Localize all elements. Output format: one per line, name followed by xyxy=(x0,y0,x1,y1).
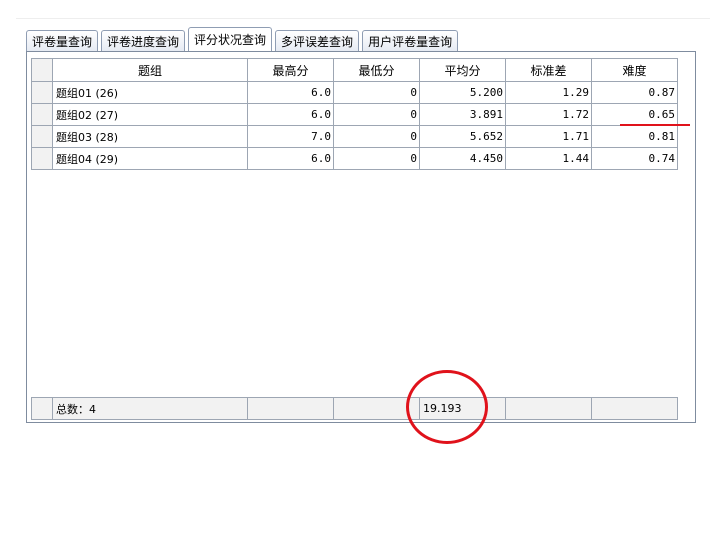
row-header[interactable] xyxy=(31,147,53,170)
top-divider xyxy=(16,18,710,19)
table-cell-avg[interactable]: 3.891 xyxy=(419,103,506,126)
table-cell-group[interactable]: 题组01 (26) xyxy=(52,81,248,104)
column-header-max-score[interactable]: 最高分 xyxy=(247,58,334,82)
table-cell-min[interactable]: 0 xyxy=(333,103,420,126)
table-cell-min[interactable]: 0 xyxy=(333,125,420,148)
tab-grading-volume[interactable]: 评卷量查询 xyxy=(26,30,99,51)
table-cell-max[interactable]: 6.0 xyxy=(247,103,334,126)
table-cell-std[interactable]: 1.72 xyxy=(505,103,592,126)
column-header-avg-score[interactable]: 平均分 xyxy=(419,58,506,82)
column-header-std-dev[interactable]: 标准差 xyxy=(505,58,592,82)
table-cell-max[interactable]: 6.0 xyxy=(247,81,334,104)
table-cell-max[interactable]: 6.0 xyxy=(247,147,334,170)
table-cell-std[interactable]: 1.29 xyxy=(505,81,592,104)
red-underline-annotation xyxy=(620,124,690,126)
table-cell-avg[interactable]: 4.450 xyxy=(419,147,506,170)
table-cell-std[interactable]: 1.71 xyxy=(505,125,592,148)
footer-total-count: 总数：4 xyxy=(52,397,248,420)
tab-bar: 评卷量查询 评卷进度查询 评分状况查询 多评误差查询 用户评卷量查询 xyxy=(26,27,461,51)
table-cell-max[interactable]: 7.0 xyxy=(247,125,334,148)
table-cell-min[interactable]: 0 xyxy=(333,81,420,104)
table-cell-difficulty[interactable]: 0.87 xyxy=(591,81,678,104)
footer-row-header xyxy=(31,397,53,420)
table-cell-min[interactable]: 0 xyxy=(333,147,420,170)
red-circle-annotation xyxy=(406,370,488,444)
score-status-grid: 题组 最高分 最低分 平均分 标准差 难度 题组01 (26) 6.0 0 5.… xyxy=(26,51,696,423)
tab-score-status[interactable]: 评分状况查询 xyxy=(188,27,273,51)
footer-std xyxy=(505,397,592,420)
table-cell-difficulty[interactable]: 0.65 xyxy=(591,103,678,126)
row-header[interactable] xyxy=(31,125,53,148)
column-header-group[interactable]: 题组 xyxy=(52,58,248,82)
footer-difficulty xyxy=(591,397,678,420)
table-cell-avg[interactable]: 5.652 xyxy=(419,125,506,148)
row-header-corner xyxy=(31,58,53,82)
table-cell-avg[interactable]: 5.200 xyxy=(419,81,506,104)
tab-multi-grading-error[interactable]: 多评误差查询 xyxy=(275,30,360,51)
table-cell-difficulty[interactable]: 0.81 xyxy=(591,125,678,148)
table-cell-group[interactable]: 题组02 (27) xyxy=(52,103,248,126)
table-cell-std[interactable]: 1.44 xyxy=(505,147,592,170)
column-header-difficulty[interactable]: 难度 xyxy=(591,58,678,82)
column-header-min-score[interactable]: 最低分 xyxy=(333,58,420,82)
footer-max xyxy=(247,397,334,420)
table-cell-group[interactable]: 题组04 (29) xyxy=(52,147,248,170)
row-header[interactable] xyxy=(31,103,53,126)
tab-user-grading-volume[interactable]: 用户评卷量查询 xyxy=(362,30,459,51)
tab-grading-progress[interactable]: 评卷进度查询 xyxy=(101,30,186,51)
table-cell-difficulty[interactable]: 0.74 xyxy=(591,147,678,170)
row-header[interactable] xyxy=(31,81,53,104)
table-cell-group[interactable]: 题组03 (28) xyxy=(52,125,248,148)
